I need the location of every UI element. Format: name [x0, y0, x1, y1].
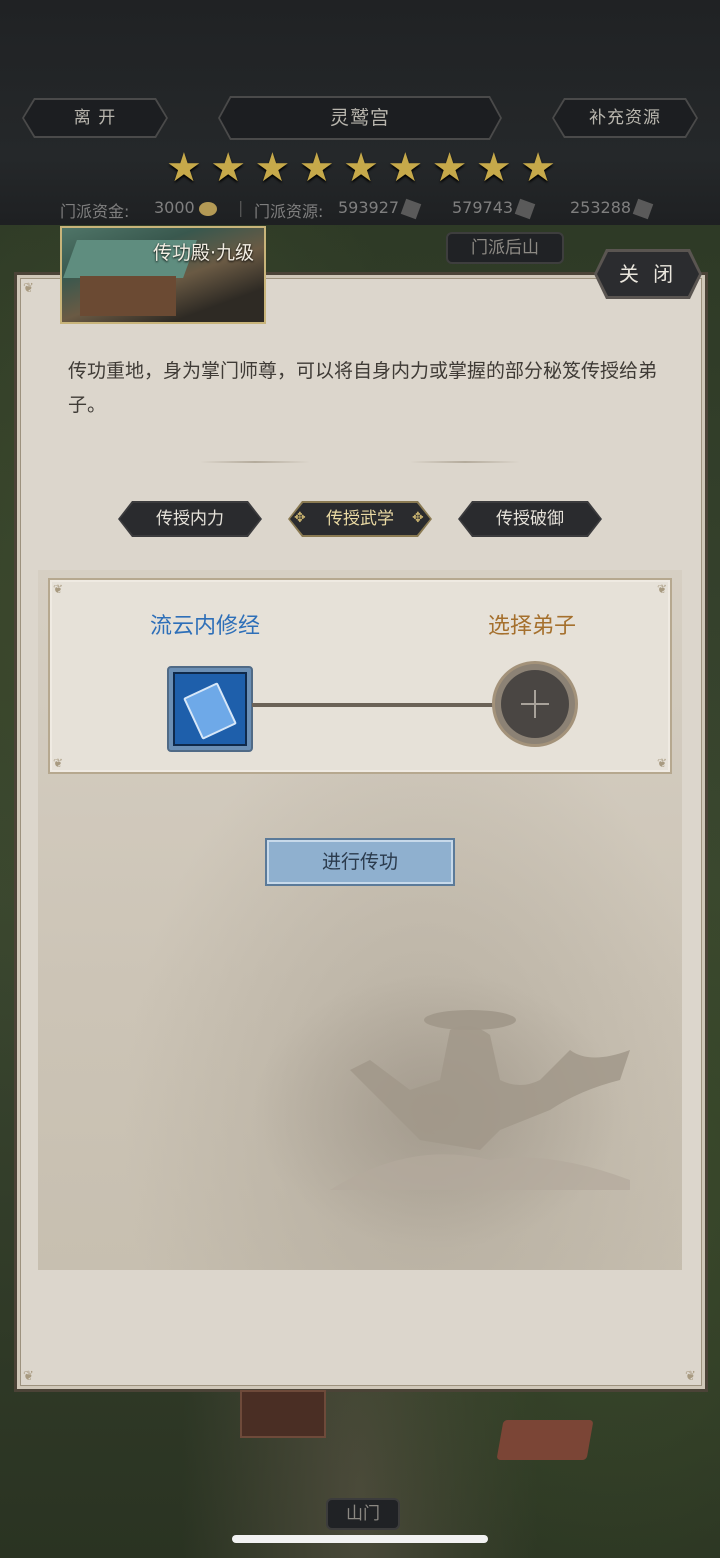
skill-book-frame [173, 672, 247, 746]
scroll-book-icon [183, 682, 237, 740]
temple-building-image [240, 1390, 326, 1438]
building-title: 传功殿·九级 [152, 242, 254, 264]
ore-icon [400, 198, 422, 219]
select-disciple-slot[interactable] [492, 661, 578, 747]
swordsman-silhouette-image [330, 1010, 630, 1190]
replenish-resources-button[interactable]: 补充资源 [552, 98, 698, 138]
resource3-group: 253288 [570, 198, 654, 219]
resource3-value: 253288 [570, 198, 632, 217]
divider-left [200, 461, 310, 463]
tab-ornament-icon: ✥ [412, 510, 424, 526]
star-icon: ★ [343, 145, 379, 191]
star-icon: ★ [475, 145, 512, 191]
hall-description: 传功重地，身为掌门师尊，可以将自身内力或掌握的部分秘笈传授给弟子。 [68, 360, 658, 416]
corner-ornament: ❦ [656, 756, 667, 770]
arena-platform-image [496, 1420, 594, 1460]
leave-button[interactable]: 离 开 [22, 98, 168, 138]
tab-label: 传授内力 [120, 503, 260, 535]
leave-button-label: 离 开 [24, 100, 166, 136]
separator: | [238, 198, 244, 217]
corner-ornament: ❦ [23, 1369, 34, 1384]
tab-transfer-inner-power[interactable]: 传授内力 [118, 501, 262, 537]
star-icon: ★ [254, 145, 291, 191]
star-icon: ★ [166, 145, 202, 191]
corner-ornament: ❦ [53, 582, 64, 596]
star-icon: ★ [210, 145, 247, 191]
tab-ornament-icon: ✥ [294, 510, 306, 526]
transfer-card: ❦ ❦ ❦ ❦ [48, 578, 672, 774]
building-wall [80, 276, 176, 316]
plus-icon-vertical [534, 690, 536, 718]
funds-value-group: 3000 [154, 198, 217, 217]
tab-transfer-martial-arts[interactable]: 传授武学 [288, 501, 432, 537]
replenish-resources-label: 补充资源 [554, 100, 696, 136]
funds-value: 3000 [154, 198, 195, 217]
funds-label: 门派资金: [60, 202, 130, 221]
tab-label: 传授破御 [460, 503, 600, 535]
close-button[interactable]: 关 闭 [594, 249, 702, 299]
disciple-avatar-placeholder [501, 670, 569, 738]
star-icon: ★ [298, 145, 335, 191]
close-button-label: 关 闭 [597, 252, 699, 296]
corner-ornament: ❦ [23, 281, 34, 296]
home-indicator[interactable] [232, 1535, 488, 1543]
resource2-group: 579743 [452, 198, 536, 219]
corner-ornament: ❦ [53, 756, 64, 770]
sword-icon [514, 198, 536, 219]
building-thumbnail: 传功殿·九级 [60, 226, 266, 324]
mountain-gate-tag[interactable]: 山门 [326, 1498, 400, 1530]
sect-star-rating: ★ ★ ★ ★ ★ ★ ★ ★ ★ [166, 146, 556, 190]
transfer-link-line [252, 703, 496, 707]
selected-skill-name: 流云内修经 [150, 614, 261, 639]
corner-ornament: ❦ [685, 1369, 696, 1384]
sect-title-banner: 灵鹫宫 [218, 96, 502, 140]
tab-label: 传授武学 [290, 503, 430, 535]
resource2-value: 579743 [452, 198, 514, 217]
star-icon: ★ [520, 145, 556, 191]
chest-icon [632, 198, 654, 219]
select-disciple-label[interactable]: 选择弟子 [488, 608, 576, 640]
resources-label: 门派资源: [254, 202, 324, 221]
sect-title: 灵鹫宫 [220, 98, 500, 138]
corner-ornament: ❦ [656, 582, 667, 596]
back-mountain-tag[interactable]: 门派后山 [446, 232, 564, 264]
start-transfer-button[interactable]: 进行传功 [265, 838, 455, 886]
resource-bar: 门派资金: 3000 | 门派资源: 593927 579743 253288 [0, 196, 720, 221]
coin-icon [198, 201, 217, 216]
resources-value-group: 593927 [338, 198, 422, 219]
skill-book-slot[interactable] [167, 666, 253, 752]
star-icon: ★ [431, 145, 468, 191]
resources-value: 593927 [338, 198, 400, 217]
tab-transfer-break-defense[interactable]: 传授破御 [458, 501, 602, 537]
star-icon: ★ [387, 145, 424, 191]
divider-right [410, 461, 520, 463]
